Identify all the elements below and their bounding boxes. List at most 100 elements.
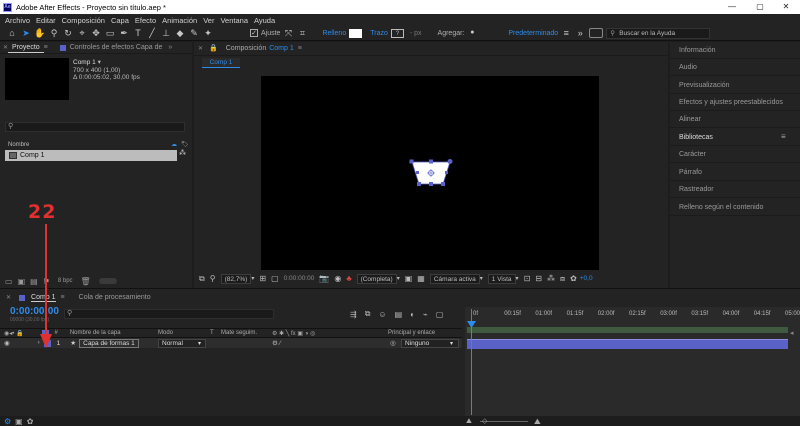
rectangle-tool-icon[interactable]: ▭ [104,27,116,39]
zoom-in-icon[interactable]: ⛰ [534,417,541,426]
pen-tool-icon[interactable]: ✒ [118,27,130,39]
help-search-input[interactable]: ⚲ Buscar en la Ayuda [606,27,711,39]
view-dropdown-icon[interactable]: ▾ [516,275,519,282]
color-channel-icon[interactable]: ♣ [346,274,351,283]
show-snapshot-icon[interactable]: ◉ [334,274,341,283]
menu-editar[interactable]: Editar [36,16,56,25]
camera-selector[interactable]: Cámara activa [429,273,480,284]
panel-paragraph[interactable]: Párrafo [670,164,800,181]
selection-tool-icon[interactable]: ➤ [20,27,32,39]
libraries-menu-icon[interactable]: ≡ [781,132,786,141]
fill-swatch[interactable] [349,28,363,38]
panel-preview[interactable]: Previsualización [670,77,800,94]
layer-switches-row-icon[interactable]: ⚙ ⁄ [272,339,281,347]
tab-effect-controls[interactable]: Controles de efectos Capa de [66,42,167,53]
zoom-dropdown-icon[interactable]: ▾ [251,275,254,282]
home-icon[interactable]: ⌂ [6,27,18,39]
dropdown-icon[interactable]: ▾ [98,59,101,66]
fill-label[interactable]: Relleno [322,30,346,37]
hand-tool-icon[interactable]: ✋ [34,27,46,39]
rotate-tool-icon[interactable]: ↻ [62,27,74,39]
menu-efecto[interactable]: Efecto [135,16,156,25]
panel-menu-icon[interactable]: ≡ [61,294,65,301]
resolution-selector[interactable]: (Completa) [356,273,397,284]
av-switches-icon[interactable]: ◉◂• 🔒 [4,330,24,337]
stroke-width[interactable]: - px [410,30,422,37]
current-time[interactable]: 0:00:00:00 [284,275,315,282]
menu-ventana[interactable]: Ventana [220,16,248,25]
panel-menu-icon[interactable]: ≡ [298,45,302,52]
shape-layer-graphic[interactable] [408,158,454,188]
stroke-label[interactable]: Trazo [370,30,388,37]
new-folder-icon[interactable]: ▣ [18,277,26,286]
interpret-footage-icon[interactable]: ▭ [5,277,13,286]
comp-subtab[interactable]: Comp 1 [202,58,240,68]
snap-options-icon[interactable]: ⤧ [282,27,294,39]
add-circle-icon[interactable]: ● [466,27,478,39]
timeline-track-area[interactable]: 0f 00:15f 01:00f 01:15f 02:00f 02:15f 03:00f 03… [465,307,800,417]
col-layer-name[interactable]: Nombre de la capa [70,330,121,336]
region-icon[interactable]: ▣ [405,274,413,283]
type-tool-icon[interactable]: T [132,27,144,39]
magnify-icon[interactable]: ⚲ [210,274,216,283]
roto-brush-tool-icon[interactable]: ✎ [188,27,200,39]
project-item-comp1[interactable]: Comp 1 [5,150,177,161]
visibility-icon[interactable]: ◉ [4,339,10,347]
brush-tool-icon[interactable]: ╱ [146,27,158,39]
snap-edges-icon[interactable]: ⌗ [296,27,308,39]
snapshot-icon[interactable]: 📷 [319,274,329,283]
transparency-grid-icon[interactable]: ▦ [417,274,425,283]
preview-icon[interactable]: ⧉ [199,274,205,284]
exposure-icon[interactable]: ✿ [570,274,577,283]
close-button[interactable]: ✕ [772,0,800,14]
tab-project[interactable]: Proyecto [8,42,44,53]
panel-close-icon[interactable]: ✕ [198,45,203,52]
flowchart-icon[interactable]: ⁂ [547,274,555,283]
panel-effects-presets[interactable]: Efectos y ajustes preestablecidos [670,94,800,111]
comp-tab-label[interactable]: Composición [226,45,266,52]
frame-blending-icon[interactable]: ▤ [395,310,403,319]
search-help-icon[interactable] [589,28,604,38]
parent-dropdown-icon[interactable]: ▾ [450,340,453,347]
panel-menu-icon[interactable]: ≡ [44,44,48,51]
time-ruler[interactable]: 0f 00:15f 01:00f 01:15f 02:00f 02:15f 03:00f 03… [465,311,800,325]
menu-capa[interactable]: Capa [111,16,129,25]
maximize-button[interactable]: ▢ [746,0,774,14]
menu-archivo[interactable]: Archivo [5,16,30,25]
tab-render-queue[interactable]: Cola de procesamiento [79,294,151,301]
timeline-search-input[interactable]: ⚲ [64,309,274,319]
col-name[interactable]: Nombre [8,142,29,148]
panel-character[interactable]: Carácter [670,146,800,163]
layer-name[interactable]: Capa de formas 1 [79,338,139,348]
puppet-tool-icon[interactable]: ✦ [202,27,214,39]
panel-align[interactable]: Alinear [670,111,800,128]
clone-stamp-tool-icon[interactable]: ⊥ [160,27,172,39]
graph-editor-icon[interactable]: ⌁ [423,310,428,319]
resolution-dropdown-icon[interactable]: ▾ [397,275,400,282]
sort-icon[interactable]: ☁ [171,141,177,148]
panel-content-aware-fill[interactable]: Relleno según el contenido [670,199,800,216]
expand-panel-icon[interactable]: » [168,44,172,51]
toggle-modes-icon[interactable]: ▣ [15,417,23,426]
work-area-bar[interactable] [467,327,788,333]
comp-mini-flowchart-icon[interactable]: ⇶ [350,310,357,319]
timeline-scroll-handle[interactable]: ◂ [790,329,796,339]
mask-icon[interactable]: ▢ [271,274,279,283]
parent-pickwhip-icon[interactable]: ◎ [390,339,396,347]
panel-info[interactable]: Información [670,42,800,59]
trash-icon[interactable]: 🗑 [81,277,91,286]
thumbnail-slider[interactable] [98,278,117,284]
render-icon[interactable]: ⧈ [560,274,565,284]
view-layout-selector[interactable]: 1 Vista [487,273,516,284]
project-search-input[interactable]: ⚲ [5,122,185,132]
zoom-tool-icon[interactable]: ⚲ [48,27,60,39]
menu-animacion[interactable]: Animación [162,16,197,25]
exposure-value[interactable]: +0,0 [580,275,593,282]
fast-preview-icon[interactable]: ⊟ [535,274,542,283]
workspace-selector[interactable]: Predeterminado [508,30,558,37]
camera-dropdown-icon[interactable]: ▾ [480,275,483,282]
new-comp-icon[interactable]: ▤ [30,277,38,286]
draft-3d-icon[interactable]: ⧉ [365,309,371,319]
toggle-pixel-icon[interactable]: ⊡ [524,274,531,283]
comp-tab-name[interactable]: Comp 1 [269,45,294,52]
